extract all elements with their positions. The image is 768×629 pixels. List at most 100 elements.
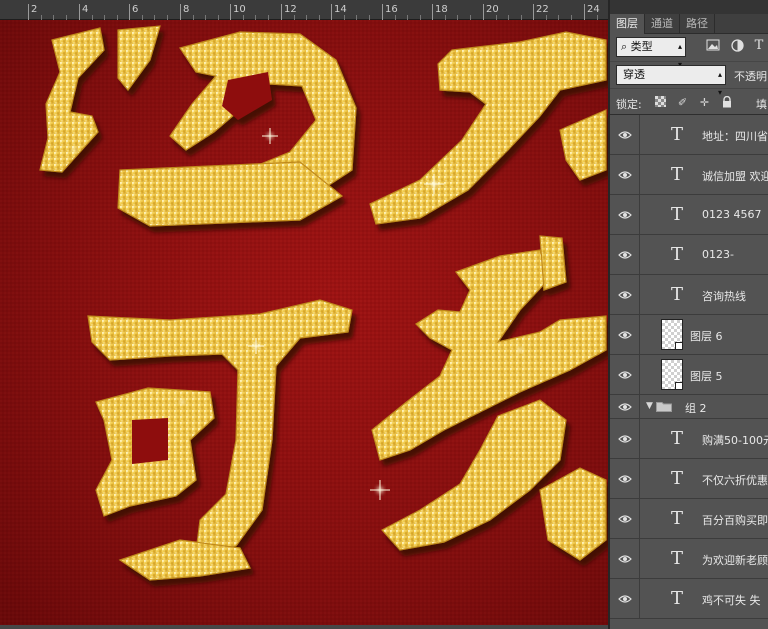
layer-thumbnail[interactable]	[661, 319, 683, 350]
ruler-major-tick	[483, 4, 484, 20]
smart-object-badge-icon	[675, 342, 683, 350]
document-canvas[interactable]: 2 4 6 8 10 12 14 16 18 20 22 24	[0, 0, 608, 629]
horizontal-ruler[interactable]: 2 4 6 8 10 12 14 16 18 20 22 24	[0, 0, 608, 20]
gold-glitter-artwork	[0, 20, 608, 629]
tab-channels[interactable]: 通道	[645, 14, 680, 34]
visibility-eye-icon[interactable]	[610, 539, 640, 578]
type-layer-icon: T	[670, 428, 683, 449]
ruler-tick-label: 12	[284, 4, 297, 15]
visibility-eye-icon[interactable]	[610, 275, 640, 314]
panel-tab-bar: 图层 通道 路径	[610, 14, 768, 34]
layer-row[interactable]: T 为欢迎新老顾	[610, 539, 768, 579]
lock-row: 锁定: ✐ ✛ 填	[610, 88, 768, 114]
visibility-eye-icon[interactable]	[610, 115, 640, 154]
layer-row[interactable]: 图层 5	[610, 355, 768, 395]
ruler-tick-label: 4	[82, 4, 89, 15]
type-layer-icon: T	[670, 164, 683, 185]
ruler-tick-label: 24	[587, 4, 600, 15]
ruler-major-tick	[432, 4, 433, 20]
layer-name[interactable]: 为欢迎新老顾	[702, 552, 768, 568]
layer-name[interactable]: 地址：四川省	[702, 128, 768, 144]
ruler-major-tick	[180, 4, 181, 20]
tab-paths[interactable]: 路径	[680, 14, 715, 34]
visibility-eye-icon[interactable]	[610, 395, 640, 418]
type-layer-icon: T	[670, 588, 683, 609]
canvas-status-strip	[0, 625, 608, 629]
move-icon[interactable]: ✛	[698, 96, 711, 109]
visibility-eye-icon[interactable]	[610, 579, 640, 618]
layer-name[interactable]: 购满50-100元	[702, 432, 768, 448]
ruler-tick-label: 18	[435, 4, 448, 15]
layer-name[interactable]: 诚信加盟 欢迎	[702, 168, 768, 184]
type-filter-icon[interactable]: T	[752, 39, 766, 53]
image-filter-icon[interactable]	[706, 39, 720, 53]
layer-name[interactable]: 鸡不可失 失	[702, 592, 761, 608]
adjustment-filter-icon[interactable]	[730, 39, 744, 53]
layer-name[interactable]: 咨询热线	[702, 288, 746, 304]
tab-layers[interactable]: 图层	[610, 14, 645, 34]
layer-row[interactable]: T 0123 4567	[610, 195, 768, 235]
ruler-tick-label: 22	[536, 4, 549, 15]
layer-row[interactable]: T 诚信加盟 欢迎	[610, 155, 768, 195]
layer-filter-row: ⌕ 类型 ▴▾ T	[610, 35, 768, 69]
lock-icon[interactable]	[720, 95, 733, 109]
layer-name[interactable]: 不仅六折优惠	[702, 472, 768, 488]
blend-mode-select[interactable]: 穿透 ▴ ▾	[616, 65, 726, 97]
ruler-tick-label: 8	[183, 4, 190, 15]
layers-panel: 图层 通道 路径 ⌕ 类型 ▴▾ T 穿透 ▴▾ 不透明 锁定: ✐ ✛	[608, 0, 768, 629]
filter-kind-label: 类型	[630, 40, 653, 53]
group-name[interactable]: 组 2	[685, 400, 707, 416]
visibility-eye-icon[interactable]	[610, 235, 640, 274]
layer-thumbnail[interactable]	[661, 359, 683, 390]
layer-row[interactable]: T 鸡不可失 失	[610, 579, 768, 619]
layer-group-row[interactable]: ▼ 组 2	[610, 395, 768, 419]
blend-row: 穿透 ▴ ▾ 不透明	[610, 61, 768, 97]
filter-kind-select[interactable]: ⌕ 类型 ▴▾	[616, 37, 686, 69]
type-layer-icon: T	[670, 508, 683, 529]
ruler-tick-label: 20	[486, 4, 499, 15]
visibility-eye-icon[interactable]	[610, 459, 640, 498]
lock-transparent-pixels-icon[interactable]	[654, 96, 667, 109]
layer-name[interactable]: 图层 6	[690, 328, 723, 344]
ruler-tick-label: 2	[31, 4, 38, 15]
layer-name[interactable]: 百分百购买即	[702, 512, 768, 528]
ruler-major-tick	[79, 4, 80, 20]
type-layer-icon: T	[670, 204, 683, 225]
ruler-major-tick	[230, 4, 231, 20]
visibility-eye-icon[interactable]	[610, 155, 640, 194]
type-layer-icon: T	[670, 284, 683, 305]
layer-row[interactable]: 图层 6	[610, 315, 768, 355]
brush-icon[interactable]: ✐	[676, 96, 689, 109]
visibility-eye-icon[interactable]	[610, 499, 640, 538]
ruler-tick-label: 14	[334, 4, 347, 15]
ruler-major-tick	[281, 4, 282, 20]
layer-row[interactable]: T 地址：四川省	[610, 115, 768, 155]
layer-row[interactable]: T 购满50-100元	[610, 419, 768, 459]
ruler-major-tick	[584, 4, 585, 20]
visibility-eye-icon[interactable]	[610, 195, 640, 234]
type-layer-icon: T	[670, 468, 683, 489]
layer-row[interactable]: T 0123-	[610, 235, 768, 275]
type-layer-icon: T	[670, 548, 683, 569]
expand-caret-icon[interactable]: ▼	[646, 401, 653, 411]
blend-mode-value: 穿透	[623, 68, 645, 81]
visibility-eye-icon[interactable]	[610, 315, 640, 354]
type-layer-icon: T	[670, 244, 683, 265]
layer-row[interactable]: T 咨询热线	[610, 275, 768, 315]
layer-name[interactable]: 0123-	[702, 248, 734, 261]
layer-row[interactable]: T 百分百购买即	[610, 499, 768, 539]
layers-list: T 地址：四川省 T 诚信加盟 欢迎 T 0123 4567 T 0123- T 咨询热线 图层 6…	[610, 114, 768, 629]
layer-name[interactable]: 图层 5	[690, 368, 723, 384]
ruler-major-tick	[331, 4, 332, 20]
layer-name[interactable]: 0123 4567	[702, 208, 762, 221]
ruler-major-tick	[129, 4, 130, 20]
visibility-eye-icon[interactable]	[610, 355, 640, 394]
ruler-tick-label: 16	[385, 4, 398, 15]
visibility-eye-icon[interactable]	[610, 419, 640, 458]
opacity-label: 不透明	[734, 70, 767, 83]
ruler-major-tick	[382, 4, 383, 20]
smart-object-badge-icon	[675, 382, 683, 390]
ruler-tick-label: 6	[132, 4, 139, 15]
layer-row[interactable]: T 不仅六折优惠	[610, 459, 768, 499]
lock-label: 锁定:	[616, 98, 642, 111]
